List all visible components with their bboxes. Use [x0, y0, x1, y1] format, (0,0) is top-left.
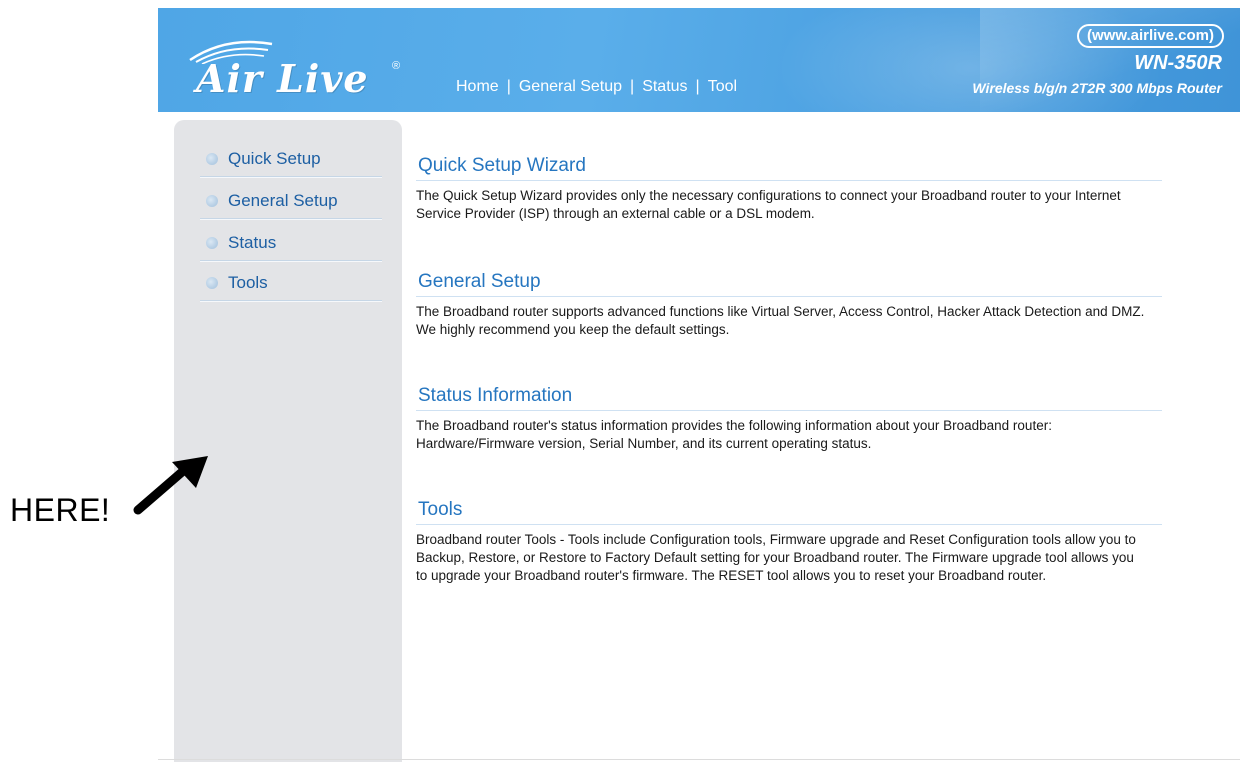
registered-mark: ® [392, 60, 401, 72]
page: Air Live ® Home | General Setup | Status | Too… [0, 0, 1248, 762]
sidebar-item-label: General Setup [228, 191, 338, 210]
nav-separator: | [630, 78, 635, 95]
nav-status[interactable]: Status [642, 78, 687, 95]
section-title: General Setup [416, 268, 1162, 297]
section-general-setup: General Setup The Broadband router suppo… [416, 268, 1162, 339]
section-title: Status Information [416, 382, 1162, 411]
bullet-icon [206, 277, 218, 289]
nav-tool[interactable]: Tool [708, 78, 737, 95]
logo-text: Air Live [196, 56, 369, 101]
arrow-icon [133, 456, 208, 515]
section-description: Broadband router Tools - Tools include C… [416, 532, 1136, 583]
nav-separator: | [506, 78, 511, 95]
bullet-icon [206, 153, 218, 165]
section-status-information: Status Information The Broadband router'… [416, 382, 1162, 453]
product-tagline: Wireless b/g/n 2T2R 300 Mbps Router [972, 80, 1222, 96]
nav-general-setup[interactable]: General Setup [519, 78, 622, 95]
section-description: The Broadband router supports advanced f… [416, 304, 1145, 337]
section-quick-setup-wizard: Quick Setup Wizard The Quick Setup Wizar… [416, 152, 1162, 223]
sidebar-item-label: Status [228, 233, 277, 252]
header-banner: Air Live ® Home | General Setup | Status | Too… [158, 8, 1240, 112]
sidebar-item-label: Tools [228, 273, 268, 292]
section-tools: Tools Broadband router Tools - Tools inc… [416, 496, 1162, 585]
nav-home[interactable]: Home [456, 78, 499, 95]
website-link[interactable]: (www.airlive.com) [1077, 24, 1224, 48]
bullet-icon [206, 237, 218, 249]
sidebar-item-label: Quick Setup [228, 149, 321, 168]
sidebar-item-status[interactable]: Status [200, 224, 382, 261]
section-description: The Quick Setup Wizard provides only the… [416, 188, 1121, 221]
divider [158, 759, 1240, 760]
annotation-here-label: HERE! [10, 492, 111, 528]
sidebar-item-tools[interactable]: Tools [200, 264, 382, 301]
top-navigation: Home | General Setup | Status | Tool [456, 78, 737, 96]
sidebar: Quick Setup General Setup Status Tools [174, 120, 402, 762]
nav-separator: | [695, 78, 700, 95]
airlive-logo[interactable]: Air Live ® [180, 34, 410, 106]
model-name: WN-350R [1134, 52, 1222, 74]
bullet-icon [206, 195, 218, 207]
section-title: Quick Setup Wizard [416, 152, 1162, 181]
section-title: Tools [416, 496, 1162, 525]
section-description: The Broadband router's status informatio… [416, 418, 1052, 451]
sidebar-item-quick-setup[interactable]: Quick Setup [200, 140, 382, 177]
sidebar-item-general-setup[interactable]: General Setup [200, 182, 382, 219]
